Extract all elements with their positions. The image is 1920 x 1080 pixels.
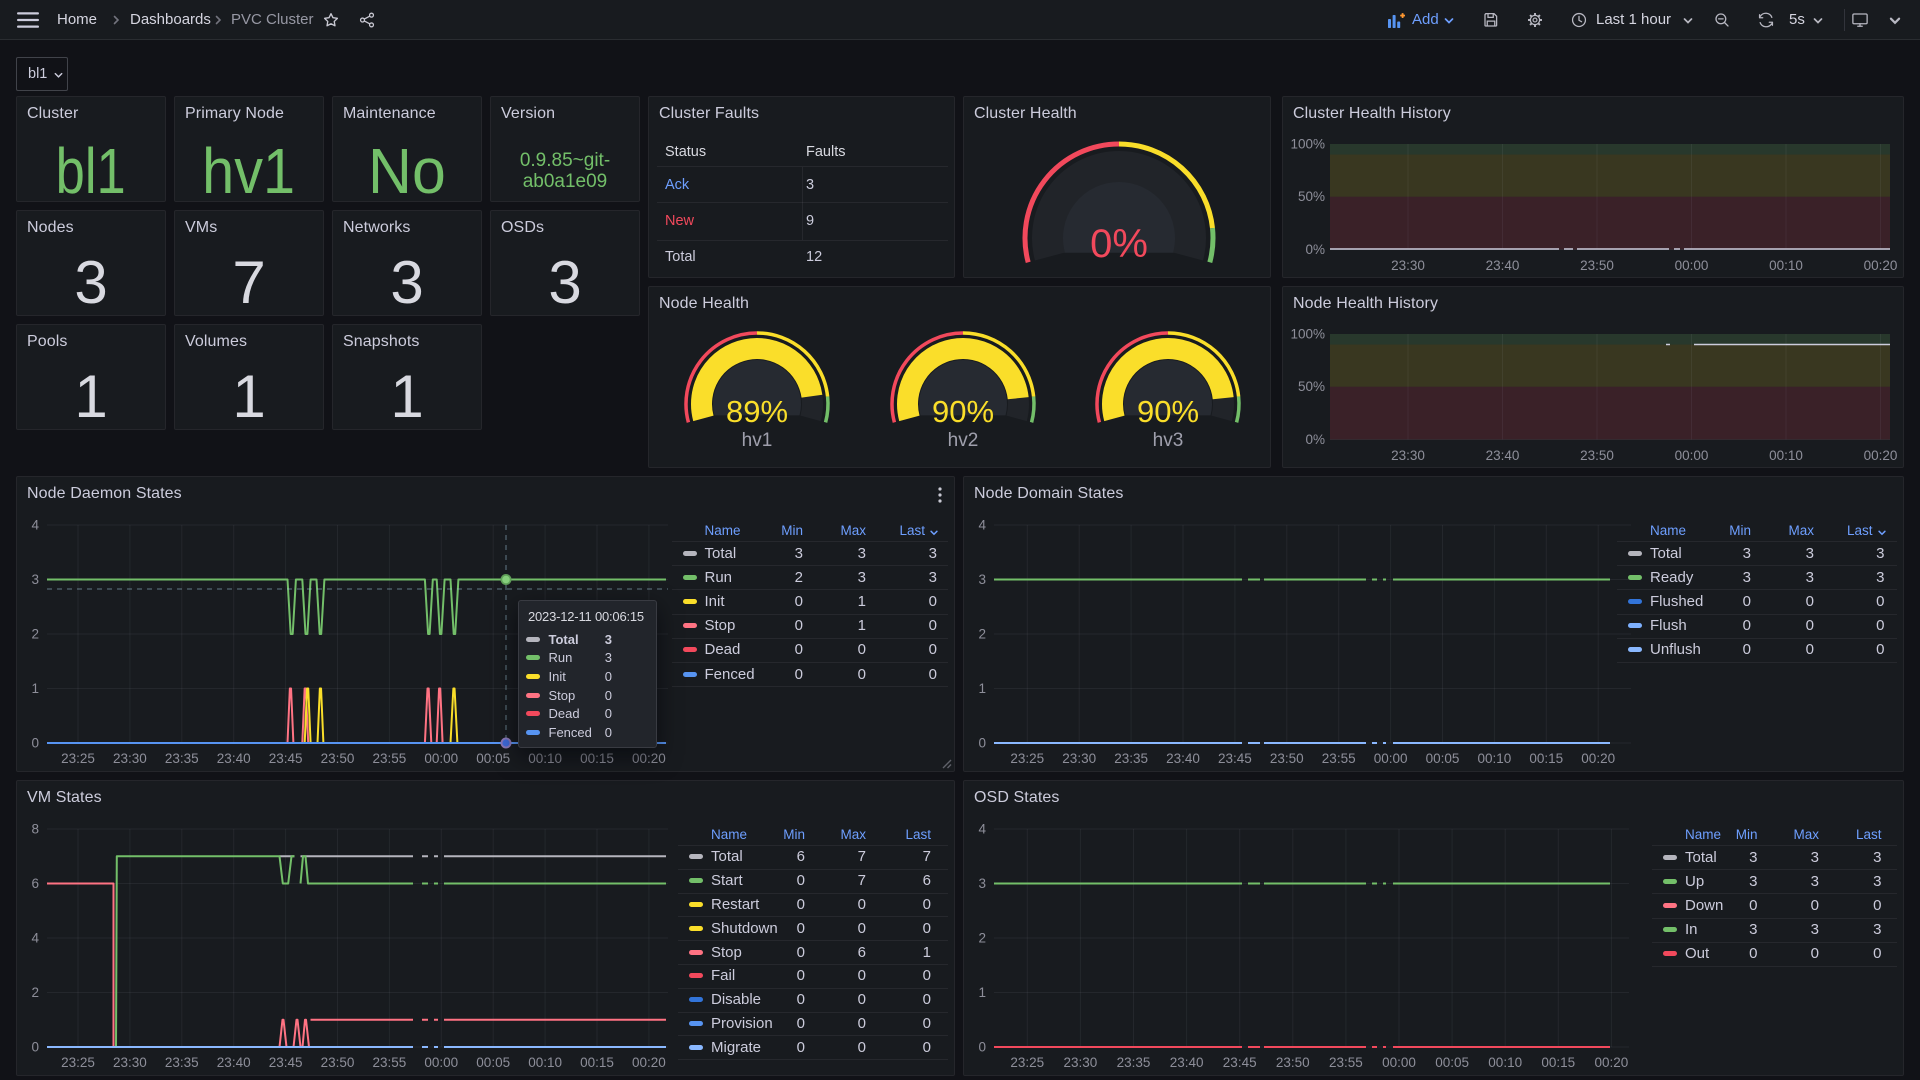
svg-text:89%: 89% (726, 394, 788, 429)
svg-text:0: 0 (978, 1040, 986, 1055)
svg-text:3: 3 (978, 876, 986, 891)
svg-text:23:55: 23:55 (373, 751, 407, 766)
svg-text:0%: 0% (1305, 242, 1325, 257)
svg-text:4: 4 (978, 518, 986, 533)
svg-text:00:10: 00:10 (1769, 258, 1803, 273)
svg-text:23:55: 23:55 (1322, 751, 1356, 766)
svg-text:00:15: 00:15 (580, 1055, 614, 1070)
svg-text:23:40: 23:40 (1170, 1055, 1204, 1070)
svg-text:00:00: 00:00 (424, 751, 458, 766)
svg-text:23:25: 23:25 (1010, 751, 1044, 766)
svg-text:23:40: 23:40 (1486, 258, 1520, 273)
svg-text:23:55: 23:55 (373, 1055, 407, 1070)
svg-text:1: 1 (978, 681, 986, 696)
svg-text:23:25: 23:25 (1010, 1055, 1044, 1070)
svg-text:00:00: 00:00 (1382, 1055, 1416, 1070)
svg-text:8: 8 (31, 822, 39, 837)
svg-text:23:25: 23:25 (61, 1055, 95, 1070)
svg-text:23:35: 23:35 (1114, 751, 1148, 766)
svg-text:3: 3 (31, 572, 39, 587)
svg-text:1: 1 (978, 985, 986, 1000)
svg-text:23:50: 23:50 (1580, 258, 1614, 273)
svg-text:23:50: 23:50 (321, 751, 355, 766)
svg-text:23:40: 23:40 (1486, 448, 1520, 463)
svg-text:23:30: 23:30 (1391, 258, 1425, 273)
svg-text:23:50: 23:50 (321, 1055, 355, 1070)
svg-text:23:55: 23:55 (1329, 1055, 1363, 1070)
svg-text:00:05: 00:05 (476, 1055, 510, 1070)
svg-text:1: 1 (31, 681, 39, 696)
svg-text:23:45: 23:45 (269, 1055, 303, 1070)
svg-text:90%: 90% (932, 394, 994, 429)
svg-text:23:45: 23:45 (1218, 751, 1252, 766)
svg-text:23:35: 23:35 (1117, 1055, 1151, 1070)
svg-text:00:15: 00:15 (1541, 1055, 1575, 1070)
svg-text:00:10: 00:10 (1769, 448, 1803, 463)
svg-text:00:20: 00:20 (1864, 448, 1898, 463)
svg-text:00:20: 00:20 (1581, 751, 1615, 766)
svg-text:2: 2 (31, 627, 39, 642)
svg-text:3: 3 (978, 572, 986, 587)
svg-text:hv1: hv1 (742, 430, 773, 451)
svg-text:0%: 0% (1090, 222, 1148, 266)
svg-text:50%: 50% (1298, 379, 1325, 394)
svg-text:100%: 100% (1290, 327, 1325, 342)
svg-text:0: 0 (978, 736, 986, 751)
svg-text:00:10: 00:10 (528, 1055, 562, 1070)
svg-text:23:30: 23:30 (1062, 751, 1096, 766)
svg-text:0%: 0% (1305, 432, 1325, 447)
svg-text:2: 2 (978, 627, 986, 642)
svg-text:4: 4 (31, 931, 39, 946)
svg-text:00:00: 00:00 (1675, 258, 1709, 273)
svg-text:23:25: 23:25 (61, 751, 95, 766)
svg-text:00:05: 00:05 (1426, 751, 1460, 766)
svg-text:hv2: hv2 (948, 430, 979, 451)
svg-text:23:45: 23:45 (1223, 1055, 1257, 1070)
svg-text:00:20: 00:20 (1595, 1055, 1629, 1070)
svg-text:0: 0 (31, 1040, 39, 1055)
svg-text:00:10: 00:10 (1488, 1055, 1522, 1070)
svg-text:23:35: 23:35 (165, 1055, 199, 1070)
svg-text:23:50: 23:50 (1270, 751, 1304, 766)
svg-text:23:50: 23:50 (1580, 448, 1614, 463)
svg-text:00:20: 00:20 (632, 1055, 666, 1070)
svg-text:90%: 90% (1137, 394, 1199, 429)
svg-text:23:50: 23:50 (1276, 1055, 1310, 1070)
svg-text:23:30: 23:30 (1391, 448, 1425, 463)
svg-text:23:30: 23:30 (113, 751, 147, 766)
svg-text:hv3: hv3 (1153, 430, 1184, 451)
svg-text:23:30: 23:30 (113, 1055, 147, 1070)
svg-text:50%: 50% (1298, 189, 1325, 204)
svg-text:23:35: 23:35 (165, 751, 199, 766)
svg-text:23:40: 23:40 (217, 751, 251, 766)
svg-text:6: 6 (31, 876, 39, 891)
svg-text:00:15: 00:15 (1529, 751, 1563, 766)
svg-text:2: 2 (978, 931, 986, 946)
svg-text:0: 0 (31, 736, 39, 751)
svg-text:2: 2 (31, 985, 39, 1000)
svg-text:00:10: 00:10 (528, 751, 562, 766)
svg-text:00:05: 00:05 (1435, 1055, 1469, 1070)
svg-text:00:05: 00:05 (476, 751, 510, 766)
svg-text:4: 4 (978, 822, 986, 837)
svg-text:23:40: 23:40 (217, 1055, 251, 1070)
svg-text:100%: 100% (1290, 137, 1325, 152)
svg-text:23:45: 23:45 (269, 751, 303, 766)
svg-text:00:00: 00:00 (424, 1055, 458, 1070)
svg-text:00:20: 00:20 (632, 751, 666, 766)
svg-text:00:10: 00:10 (1478, 751, 1512, 766)
svg-text:23:30: 23:30 (1064, 1055, 1098, 1070)
svg-text:00:00: 00:00 (1374, 751, 1408, 766)
svg-text:00:00: 00:00 (1675, 448, 1709, 463)
svg-text:00:20: 00:20 (1864, 258, 1898, 273)
svg-text:23:40: 23:40 (1166, 751, 1200, 766)
svg-text:00:15: 00:15 (580, 751, 614, 766)
svg-text:4: 4 (31, 518, 39, 533)
